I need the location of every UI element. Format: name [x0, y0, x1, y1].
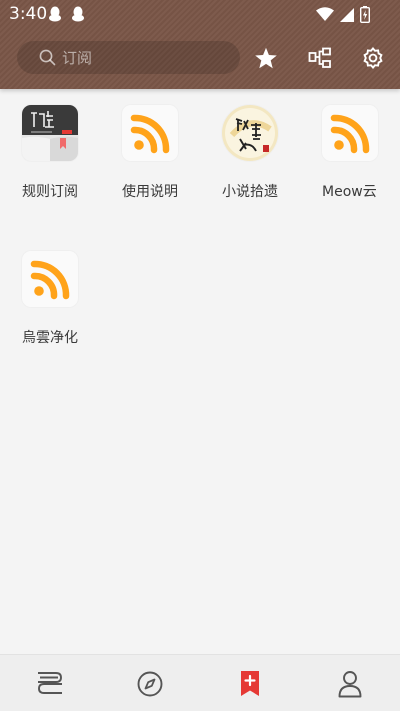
- subscription-label: 小说拾遗: [222, 184, 278, 200]
- bookshelf-icon: [38, 672, 62, 694]
- nav-explore[interactable]: [135, 669, 165, 699]
- search-icon: [39, 49, 56, 66]
- subscription-label: 使用说明: [122, 184, 178, 200]
- explore-compass-icon: [137, 671, 163, 697]
- nav-rss[interactable]: [235, 669, 265, 699]
- status-time: 3:40: [9, 4, 48, 24]
- settings-button[interactable]: [359, 44, 387, 72]
- battery-charging-icon: [360, 5, 370, 23]
- signal-icon: [340, 7, 354, 22]
- profile-icon: [338, 671, 362, 698]
- status-bar: 3:40: [0, 0, 400, 28]
- group-icon: [308, 47, 331, 68]
- settings-icon: [363, 47, 383, 69]
- wifi-icon: [316, 6, 334, 21]
- nav-bookshelf[interactable]: [35, 669, 65, 699]
- status-right: [316, 5, 370, 23]
- book-reader-icon: [22, 105, 78, 161]
- favorites-button[interactable]: [252, 44, 280, 72]
- search-input[interactable]: 订阅: [17, 41, 240, 74]
- star-icon: [255, 47, 277, 68]
- subscription-tile[interactable]: 使用说明: [100, 89, 200, 219]
- group-button[interactable]: [306, 44, 334, 72]
- search-placeholder: 订阅: [62, 49, 93, 67]
- rss-icon: [322, 105, 378, 161]
- nav-profile[interactable]: [335, 669, 365, 699]
- subscription-tile[interactable]: 规则订阅: [0, 89, 100, 219]
- app-bar: 3:40 订阅: [0, 0, 400, 89]
- rss-icon: [122, 105, 178, 161]
- rss-icon: [22, 251, 78, 307]
- subscription-label: Meow云: [322, 184, 377, 200]
- qq-icon: [49, 6, 61, 22]
- subscription-label: 规则订阅: [22, 184, 78, 200]
- bottom-navigation: [0, 654, 400, 711]
- subscription-tile[interactable]: Meow云: [300, 89, 400, 219]
- calligraphy-logo-icon: [222, 105, 278, 161]
- subscription-label: 烏雲净化: [22, 330, 78, 346]
- subscription-tile[interactable]: 烏雲净化: [0, 235, 100, 365]
- rss-bookmark-icon: [241, 671, 259, 696]
- qq-icon: [72, 6, 84, 22]
- subscription-tile[interactable]: 小说拾遗: [200, 89, 300, 219]
